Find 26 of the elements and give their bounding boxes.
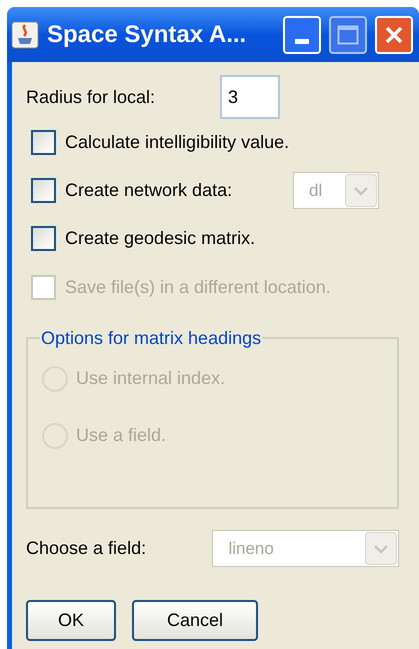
close-icon <box>384 24 404 44</box>
ok-button[interactable]: OK <box>26 600 116 641</box>
caret-icon <box>373 544 389 554</box>
dropdown-value: lineno <box>227 538 275 560</box>
radius-label: Radius for local: <box>26 86 156 108</box>
checkbox-label: Save file(s) in a different location. <box>65 276 331 299</box>
checkbox[interactable] <box>31 226 56 251</box>
window-title: Space Syntax A... <box>47 20 248 50</box>
minimize-icon <box>295 38 309 44</box>
checkbox-label: Calculate intelligibility value. <box>65 131 290 154</box>
minimize-button[interactable] <box>283 16 321 54</box>
cancel-button[interactable]: Cancel <box>132 600 258 641</box>
radius-input[interactable]: 3 <box>220 75 280 119</box>
choose-field-label: Choose a field: <box>26 537 148 560</box>
checkbox[interactable] <box>31 130 56 155</box>
checkbox[interactable] <box>31 178 56 203</box>
radio-label: Use internal index. <box>76 367 226 390</box>
app-icon <box>11 20 39 48</box>
radio-label: Use a field. <box>76 424 166 447</box>
checkbox-label: Create network data: <box>65 179 232 202</box>
dropdown-value: dl <box>308 180 324 202</box>
close-button[interactable] <box>375 16 413 54</box>
maximize-button[interactable] <box>329 16 367 54</box>
maximize-icon <box>337 24 359 44</box>
caret-icon <box>353 186 369 196</box>
checkbox-label: Create geodesic matrix. <box>65 227 256 250</box>
